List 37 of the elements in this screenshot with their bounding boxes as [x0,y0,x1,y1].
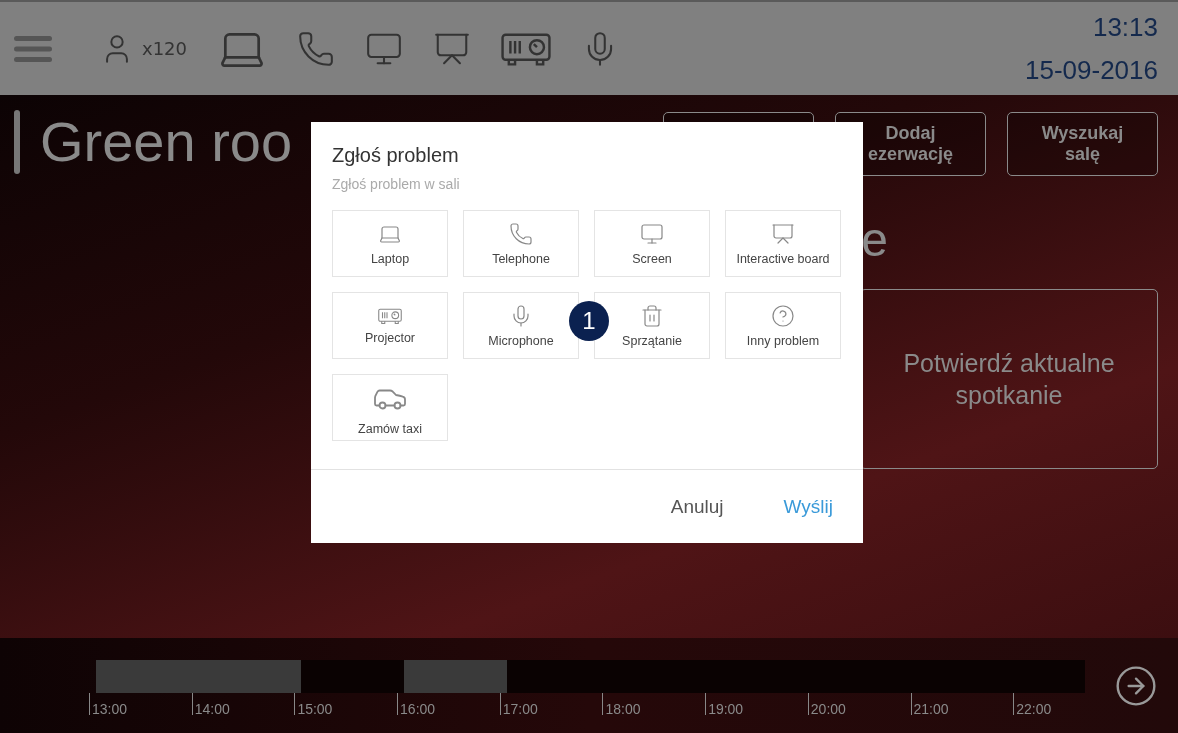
projector-icon [378,306,402,325]
trash-icon [640,303,664,328]
problem-option[interactable]: Sprzątanie [594,292,710,359]
header-button[interactable]: Wyszukaj salę [1007,112,1158,176]
problem-option[interactable]: Zamów taxi [332,374,448,441]
problem-option[interactable]: Telephone [463,210,579,277]
next-arrow-button[interactable] [1114,664,1158,708]
telephone-icon [509,221,533,246]
hour-label: 19:00 [705,693,808,715]
hour-label: 21:00 [910,693,1014,715]
telephone-icon [297,29,335,68]
capacity-text: x120 [142,38,187,59]
problem-option[interactable]: Projector [332,292,448,359]
dialog-subtitle: Zgłoś problem w sali [331,175,461,192]
problem-option[interactable]: Microphone [463,292,579,359]
cancel-button[interactable]: Anuluj [670,495,724,518]
question-icon [771,303,795,328]
hour-label: 20:00 [807,693,911,715]
hour-label: 18:00 [602,693,706,715]
hour-label: 16:00 [397,693,500,715]
hour-label: 22:00 [1013,693,1116,715]
time-text: 13:13 [1092,11,1158,43]
dialog-title: Zgłoś problem [331,143,460,167]
room-title: Green roo [40,110,293,174]
problem-option[interactable]: Interactive board [725,210,841,277]
monitor-icon [640,221,664,246]
problem-option[interactable]: Screen [594,210,710,277]
easel-icon [771,221,795,246]
hour-label: 17:00 [499,693,603,715]
hour-label: 15:00 [294,693,398,715]
title-accent-bar [14,110,20,174]
hour-label: 14:00 [191,693,295,715]
problem-option[interactable]: Laptop [332,210,448,277]
problem-option[interactable]: Inny problem [725,292,841,359]
hour-label: 13:00 [89,693,192,715]
date-text: 15-09-2016 [1025,54,1158,86]
heading-text: e [861,212,888,267]
